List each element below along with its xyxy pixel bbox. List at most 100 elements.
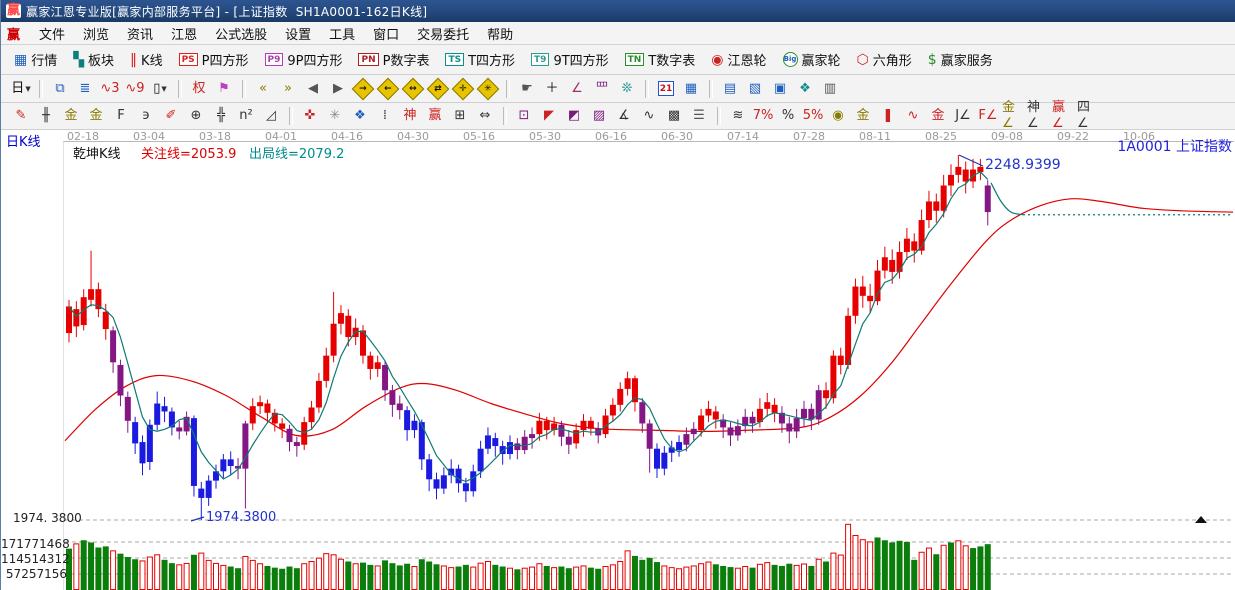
- toolbar-9p-square-button[interactable]: P99P四方形: [260, 47, 348, 72]
- tool-wave-tool-button[interactable]: ∿: [637, 105, 661, 128]
- tool-cycle-circle-button[interactable]: ⊕: [184, 105, 208, 128]
- tool-volume-profile-button[interactable]: ≋: [726, 105, 750, 128]
- tool-wave-red-button[interactable]: ∿: [901, 105, 925, 128]
- toolbar-9t-square-button[interactable]: T99T四方形: [526, 47, 614, 72]
- toolbar-hexagon-button[interactable]: ⬡六角形: [852, 47, 917, 72]
- tool-drag-hand-button[interactable]: ☛: [515, 77, 539, 100]
- tool-candle-style-button[interactable]: ▯▼: [148, 77, 172, 100]
- tool-info-list-button[interactable]: ≣: [73, 77, 97, 100]
- tool-percent-button[interactable]: %: [776, 105, 800, 128]
- menu-gann[interactable]: 江恩: [162, 26, 206, 45]
- toolbar-p-square-button[interactable]: PSP四方形: [174, 47, 254, 72]
- menu-trade-entrust[interactable]: 交易委托: [408, 26, 478, 45]
- toolbar-quotes-button[interactable]: ▦行情: [9, 47, 62, 72]
- tool-angle-gold-button[interactable]: 金∠: [1001, 105, 1025, 128]
- menu-browse[interactable]: 浏览: [74, 26, 118, 45]
- tool-crosshair-button[interactable]: ＋: [540, 77, 564, 100]
- tool-gold-bars-button[interactable]: 金: [851, 105, 875, 128]
- tool-jump-first-button[interactable]: «: [251, 77, 275, 100]
- tool-box-fan-button[interactable]: ◩: [562, 105, 586, 128]
- tool-wave-3-button[interactable]: ∿3: [98, 77, 122, 100]
- toolbar-winner-wheel-button[interactable]: Big赢家轮: [778, 47, 846, 72]
- tool-draw-pen-button[interactable]: ✐: [159, 105, 183, 128]
- toolbar-separator: [717, 107, 721, 125]
- tool-gann-web-button[interactable]: ✳: [323, 105, 347, 128]
- tool-spiral-button[interactable]: ϶: [134, 105, 158, 128]
- tool-angle-j-button[interactable]: J∠: [951, 105, 975, 128]
- tool-gold-circle-button[interactable]: ◉: [826, 105, 850, 128]
- menu-formula-stock-pick[interactable]: 公式选股: [206, 26, 276, 45]
- toolbar-t-number-table-button[interactable]: TNT数字表: [620, 47, 701, 72]
- tool-percent-7-button[interactable]: 7%: [751, 105, 775, 128]
- tool-next-bar-button[interactable]: ▶: [326, 77, 350, 100]
- toolbar-p-number-table-button[interactable]: PNP数字表: [353, 47, 434, 72]
- tool-angle-win-button[interactable]: 赢∠: [1051, 105, 1075, 128]
- toolbar-winner-service-button[interactable]: $赢家服务: [923, 47, 998, 72]
- menu-tools[interactable]: 工具: [320, 26, 364, 45]
- tool-gold-line-button[interactable]: 金: [926, 105, 950, 128]
- tool-n-square-button[interactable]: n²: [234, 105, 258, 128]
- tool-golden-section-price-button[interactable]: 金: [59, 105, 83, 128]
- tool-density-lines-button[interactable]: ╬: [209, 105, 233, 128]
- menu-settings[interactable]: 设置: [276, 26, 320, 45]
- tool-color-flag-button[interactable]: ⚑: [212, 77, 236, 100]
- tool-angle-f-button[interactable]: F∠: [976, 105, 1000, 128]
- tool-fibonacci-lines-button[interactable]: F: [109, 105, 133, 128]
- tool-number-grid-button[interactable]: ⊞: [448, 105, 472, 128]
- tool-angle-tool-button[interactable]: ∠: [565, 77, 589, 100]
- tool-angle-ruler-button[interactable]: ◿: [259, 105, 283, 128]
- tool-zoom-compress-left-button[interactable]: ←: [376, 77, 400, 100]
- tool-print-button[interactable]: ▥: [818, 77, 842, 100]
- tool-win-grid-button[interactable]: 赢: [423, 105, 447, 128]
- tool-fan-lines-button[interactable]: ∡: [612, 105, 636, 128]
- period-label[interactable]: 日K线: [6, 131, 41, 150]
- tool-zoom-expand-all-button[interactable]: ✛: [451, 77, 475, 100]
- tool-grid-lines-button[interactable]: ╫: [34, 105, 58, 128]
- tool-shen-grid-button[interactable]: 神: [398, 105, 422, 128]
- tool-network-button[interactable]: ❖: [793, 77, 817, 100]
- tool-web-box-button[interactable]: ▨: [587, 105, 611, 128]
- scroll-up-indicator[interactable]: [1195, 516, 1207, 523]
- tool-angle-shen-button[interactable]: 神∠: [1026, 105, 1050, 128]
- tool-ray-fan-button[interactable]: ◤: [537, 105, 561, 128]
- tool-jump-last-button[interactable]: »: [276, 77, 300, 100]
- tool-gann-compass-button[interactable]: ✜: [298, 105, 322, 128]
- tool-data-table-button[interactable]: ▤: [718, 77, 742, 100]
- toolbar-sectors-button[interactable]: ▚板块: [68, 47, 119, 72]
- tool-zoom-compress-all-button[interactable]: ✳: [476, 77, 500, 100]
- tool-span-arrows-button[interactable]: ⇔: [473, 105, 497, 128]
- tool-golden-section-time-button[interactable]: 金: [84, 105, 108, 128]
- menu-help[interactable]: 帮助: [478, 26, 522, 45]
- toolbar-kline-button[interactable]: ‖K线: [125, 47, 168, 72]
- menu-news[interactable]: 资讯: [118, 26, 162, 45]
- toolbar-t-square-button[interactable]: TST四方形: [440, 47, 520, 72]
- price-volume-chart[interactable]: [1, 130, 1235, 590]
- tool-adjust-rights-button[interactable]: 权: [187, 77, 211, 100]
- tool-window-layout-button[interactable]: ⧉: [48, 77, 72, 100]
- tool-gann-grid-web-button[interactable]: ❖: [348, 105, 372, 128]
- tool-draw-brush-button[interactable]: ✎: [9, 105, 33, 128]
- tool-zoom-compress-right-button[interactable]: →: [351, 77, 375, 100]
- tool-hatch-button[interactable]: ☰: [687, 105, 711, 128]
- tool-candle-edit-button[interactable]: ❚: [876, 105, 900, 128]
- title-bar[interactable]: 赢 赢家江恩专业版[赢家内部服务平台] - [上证指数 SH1A0001-162…: [1, 0, 1235, 22]
- tool-save-button[interactable]: ▣: [768, 77, 792, 100]
- tool-wave-9-button[interactable]: ∿9: [123, 77, 147, 100]
- tool-calculator-button[interactable]: ▦: [679, 77, 703, 100]
- tool-angle-four-button[interactable]: 四∠: [1076, 105, 1100, 128]
- tool-notes-button[interactable]: ▧: [743, 77, 767, 100]
- tool-analysis-web-button[interactable]: ❊: [615, 77, 639, 100]
- tool-time-marks-button[interactable]: ⁞: [373, 105, 397, 128]
- tool-zoom-expand-h-button[interactable]: ↔: [401, 77, 425, 100]
- tool-grid-tool-button[interactable]: 罒: [590, 77, 614, 100]
- menu-window[interactable]: 窗口: [364, 26, 408, 45]
- tool-prev-bar-button[interactable]: ◀: [301, 77, 325, 100]
- menu-file[interactable]: 文件: [30, 26, 74, 45]
- tool-zoom-swap-button[interactable]: ⇄: [426, 77, 450, 100]
- toolbar-gann-wheel-button[interactable]: ◉江恩轮: [706, 47, 771, 72]
- tool-rect-box-button[interactable]: ⊡: [512, 105, 536, 128]
- tool-period-selector-button[interactable]: 日▼: [9, 77, 33, 100]
- tool-calendar-button[interactable]: 21: [654, 77, 678, 100]
- tool-percent-5-button[interactable]: 5%: [801, 105, 825, 128]
- tool-grid-dense-button[interactable]: ▩: [662, 105, 686, 128]
